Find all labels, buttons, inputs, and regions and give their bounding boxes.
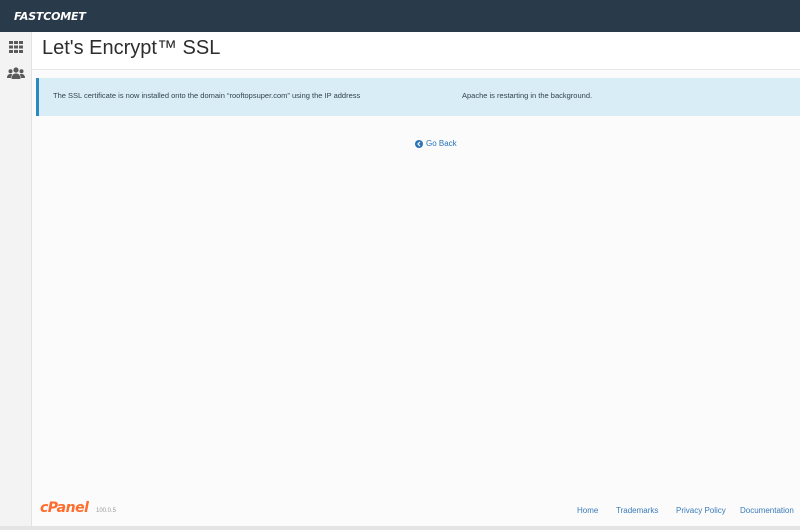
- footer-link-privacy-policy[interactable]: Privacy Policy: [676, 506, 726, 515]
- sidebar: [0, 32, 32, 530]
- alert-message-tail: Apache is restarting in the background.: [462, 91, 593, 100]
- go-back-link[interactable]: Go Back: [415, 139, 457, 148]
- users-icon[interactable]: [7, 64, 25, 82]
- success-alert: The SSL certificate is now installed ont…: [36, 78, 800, 116]
- alert-message: The SSL certificate is now installed ont…: [53, 91, 361, 100]
- footer-link-documentation[interactable]: Documentation: [740, 506, 794, 515]
- footer-link-trademarks[interactable]: Trademarks: [616, 506, 658, 515]
- cpanel-version: 100.0.5: [96, 508, 117, 514]
- brand-logo[interactable]: FASTCOMET: [14, 10, 86, 23]
- bottom-edge: [0, 526, 800, 530]
- footer-link-home[interactable]: Home: [577, 506, 598, 515]
- page-header: Let's Encrypt™ SSL: [32, 32, 800, 70]
- go-back-label: Go Back: [426, 139, 457, 148]
- arrow-circle-left-icon: [415, 139, 423, 148]
- cpanel-logo[interactable]: cPanel: [40, 500, 89, 516]
- main-content: Let's Encrypt™ SSL The SSL certificate i…: [32, 32, 800, 530]
- grid-icon[interactable]: [7, 38, 25, 56]
- top-bar: FASTCOMET: [0, 0, 800, 32]
- page-title: Let's Encrypt™ SSL: [42, 37, 221, 59]
